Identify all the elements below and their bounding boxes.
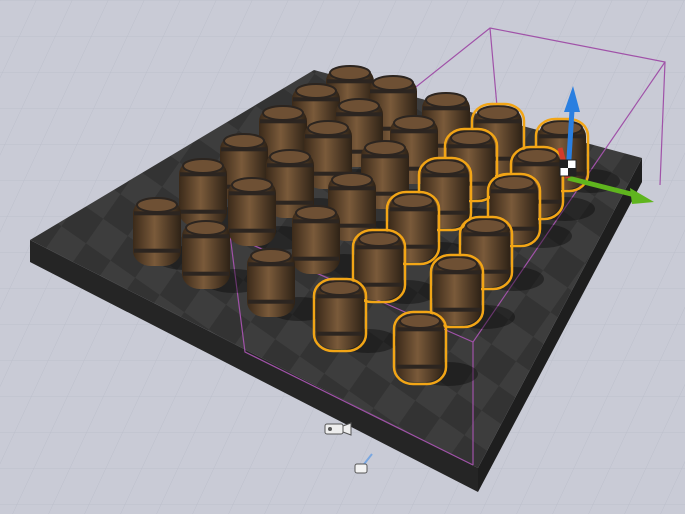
scene-canvas[interactable] — [0, 0, 685, 514]
level-viewport[interactable] — [0, 0, 685, 514]
camera-actor-icon[interactable] — [324, 422, 352, 436]
